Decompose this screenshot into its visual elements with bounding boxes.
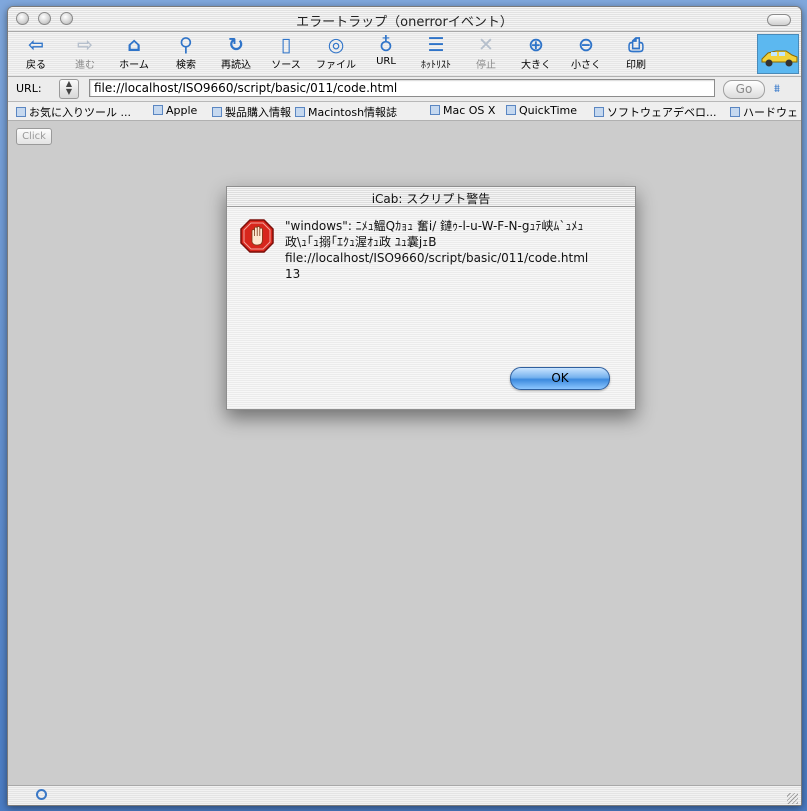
title-bar: エラートラップ（onerrorイベント） — [8, 7, 801, 32]
toolbar-button-4[interactable]: ↻ 再読込 — [212, 34, 260, 74]
status-indicator-icon — [36, 789, 47, 800]
toolbar-button-9[interactable]: ✕ 停止 — [462, 34, 510, 74]
resize-grip[interactable] — [787, 793, 798, 804]
dialog-message-line: 政\ｭ｢ｭ搦｢ｴｸｭ渥ｵｭ政 ﾕｭ囊jｪB — [285, 235, 437, 249]
dialog-message-line: file://localhost/ISO9660/script/basic/01… — [285, 251, 589, 265]
bookmark-label: Macintosh情報誌 — [308, 106, 398, 119]
ok-button[interactable]: OK — [510, 367, 610, 390]
toolbar-toggle-button[interactable] — [767, 14, 791, 26]
toolbar-button-label: ホーム — [119, 60, 149, 71]
toolbar-button-label: ファイル — [316, 60, 356, 71]
dialog-message-line: "windows": ﾆﾒｭ鰮Qｶｮｭ 奮i/ 鏈ｩ-l-u-W-F-N-gｭﾃ… — [285, 219, 584, 233]
toolbar-button-label: 大きく — [521, 60, 551, 71]
toolbar-button-5[interactable]: ▯ ソース — [262, 34, 310, 74]
toolbar-button-label: 印刷 — [626, 60, 646, 71]
hotlist-icon: ☰ — [427, 34, 445, 56]
toolbar-button-7[interactable]: ♁ URL — [362, 34, 410, 74]
bookmark-folder-icon — [153, 105, 163, 115]
toolbar-button-label: 小さく — [571, 60, 601, 71]
bookmark-label: ソフトウェアデベロ... — [607, 106, 717, 119]
toolbar-button-label: ソース — [271, 60, 301, 71]
bookmark-item[interactable]: ハードウェ — [730, 104, 798, 120]
url-label: URL: — [16, 82, 42, 95]
url-globe-icon: ♁ — [379, 34, 393, 56]
toolbar-button-8[interactable]: ☰ ﾎｯﾄﾘｽﾄ — [412, 34, 460, 74]
forward-arrow-icon: ⇨ — [77, 34, 93, 56]
file-target-icon: ◎ — [327, 34, 345, 56]
print-icon: ⎙ — [628, 34, 644, 56]
page-content: Click iCab: スクリプト警告 "windows": ﾆﾒｭ鰮Qｶｮｭ … — [8, 121, 801, 785]
stop-hand-icon — [240, 219, 274, 253]
bookmark-item[interactable]: ソフトウェアデベロ... — [594, 104, 717, 120]
toolbar-button-6[interactable]: ◎ ファイル — [312, 34, 360, 74]
bookmark-label: Apple — [166, 104, 198, 117]
go-button[interactable]: Go — [723, 80, 765, 99]
toolbar-button-12[interactable]: ⎙ 印刷 — [612, 34, 660, 74]
url-input[interactable]: file://localhost/ISO9660/script/basic/01… — [89, 79, 715, 97]
toolbar-button-label: 検索 — [176, 60, 196, 71]
bookmark-label: Mac OS X — [443, 104, 496, 117]
zoom-in-plus-icon: ⊕ — [528, 34, 544, 56]
dialog-message: "windows": ﾆﾒｭ鰮Qｶｮｭ 奮i/ 鏈ｩ-l-u-W-F-N-gｭﾃ… — [285, 218, 615, 282]
toolbar-button-label: 進む — [75, 60, 95, 71]
toolbar-button-11[interactable]: ⊖ 小さく — [562, 34, 610, 74]
window-title: エラートラップ（onerrorイベント） — [296, 15, 513, 30]
url-history-stepper[interactable]: ▲ ▼ — [59, 79, 79, 99]
car-icon — [761, 50, 798, 67]
toolbar-button-0[interactable]: ⇦ 戻る — [12, 34, 60, 74]
toolbar-button-label: URL — [376, 56, 396, 67]
toolbar-button-label: 戻る — [26, 60, 46, 71]
toolbar-button-label: 停止 — [476, 60, 496, 71]
bookmark-folder-icon — [506, 105, 516, 115]
bookmark-folder-icon — [594, 107, 604, 117]
bookmark-item[interactable]: Apple — [153, 104, 197, 117]
click-button[interactable]: Click — [16, 128, 52, 145]
bookmark-item[interactable]: お気に入りツール ... — [16, 104, 131, 120]
toolbar-button-10[interactable]: ⊕ 大きく — [512, 34, 560, 74]
bookmark-folder-icon — [16, 107, 26, 117]
bookmark-item[interactable]: QuickTime — [506, 104, 577, 117]
toolbar-button-label: ﾎｯﾄﾘｽﾄ — [421, 60, 451, 71]
bookmarks-bar: お気に入りツール ... Apple 製品購入情報 Macintosh情報誌 Mac O… — [8, 102, 801, 121]
bookmark-label: QuickTime — [519, 104, 578, 117]
url-bar: URL: ▲ ▼ file://localhost/ISO9660/script/… — [8, 77, 801, 102]
home-icon: ⌂ — [127, 34, 141, 56]
search-icon: ⚲ — [179, 34, 193, 56]
bookmark-item[interactable]: Macintosh情報誌 — [295, 104, 397, 120]
toolbar-button-2[interactable]: ⌂ ホーム — [110, 34, 158, 74]
dialog-title: iCab: スクリプト警告 — [371, 192, 491, 206]
stop-x-icon: ✕ — [478, 34, 494, 56]
status-bar — [8, 785, 801, 805]
reload-icon: ↻ — [228, 34, 244, 56]
bookmark-label: 製品購入情報 — [225, 106, 291, 119]
bookmark-item[interactable]: Mac OS X — [430, 104, 495, 117]
icab-car-logo — [757, 34, 799, 74]
url-options-icon[interactable]: ⩩ — [774, 82, 780, 96]
bookmark-folder-icon — [730, 107, 740, 117]
script-warning-dialog: iCab: スクリプト警告 "windows": ﾆﾒｭ鰮Qｶｮｭ 奮i/ 鏈ｩ… — [226, 186, 636, 410]
toolbar-button-1[interactable]: ⇨ 進む — [61, 34, 109, 74]
toolbar: ⇦ 戻る ⇨ 進む ⌂ ホーム ⚲ 検索 ↻ 再読込 ▯ ソース ◎ ファイル ♁ URL ☰ ﾎｯﾄﾘｽﾄ ✕ 停止… — [8, 32, 801, 77]
toolbar-button-label: 再読込 — [221, 60, 251, 71]
source-document-icon: ▯ — [280, 34, 292, 56]
browser-window: エラートラップ（onerrorイベント） ⇦ 戻る ⇨ 進む ⌂ ホーム ⚲ 検索 ↻ 再読込 ▯ ソ… — [7, 6, 802, 806]
bookmark-label: ハードウェ — [743, 106, 798, 119]
dialog-title-bar: iCab: スクリプト警告 — [227, 187, 635, 207]
bookmark-folder-icon — [295, 107, 305, 117]
bookmark-label: お気に入りツール ... — [29, 106, 131, 119]
back-arrow-icon: ⇦ — [28, 34, 44, 56]
bookmark-folder-icon — [430, 105, 440, 115]
zoom-out-minus-icon: ⊖ — [578, 34, 594, 56]
toolbar-button-3[interactable]: ⚲ 検索 — [162, 34, 210, 74]
bookmark-item[interactable]: 製品購入情報 — [212, 104, 291, 120]
dialog-message-line: 13 — [285, 267, 301, 281]
bookmark-folder-icon — [212, 107, 222, 117]
